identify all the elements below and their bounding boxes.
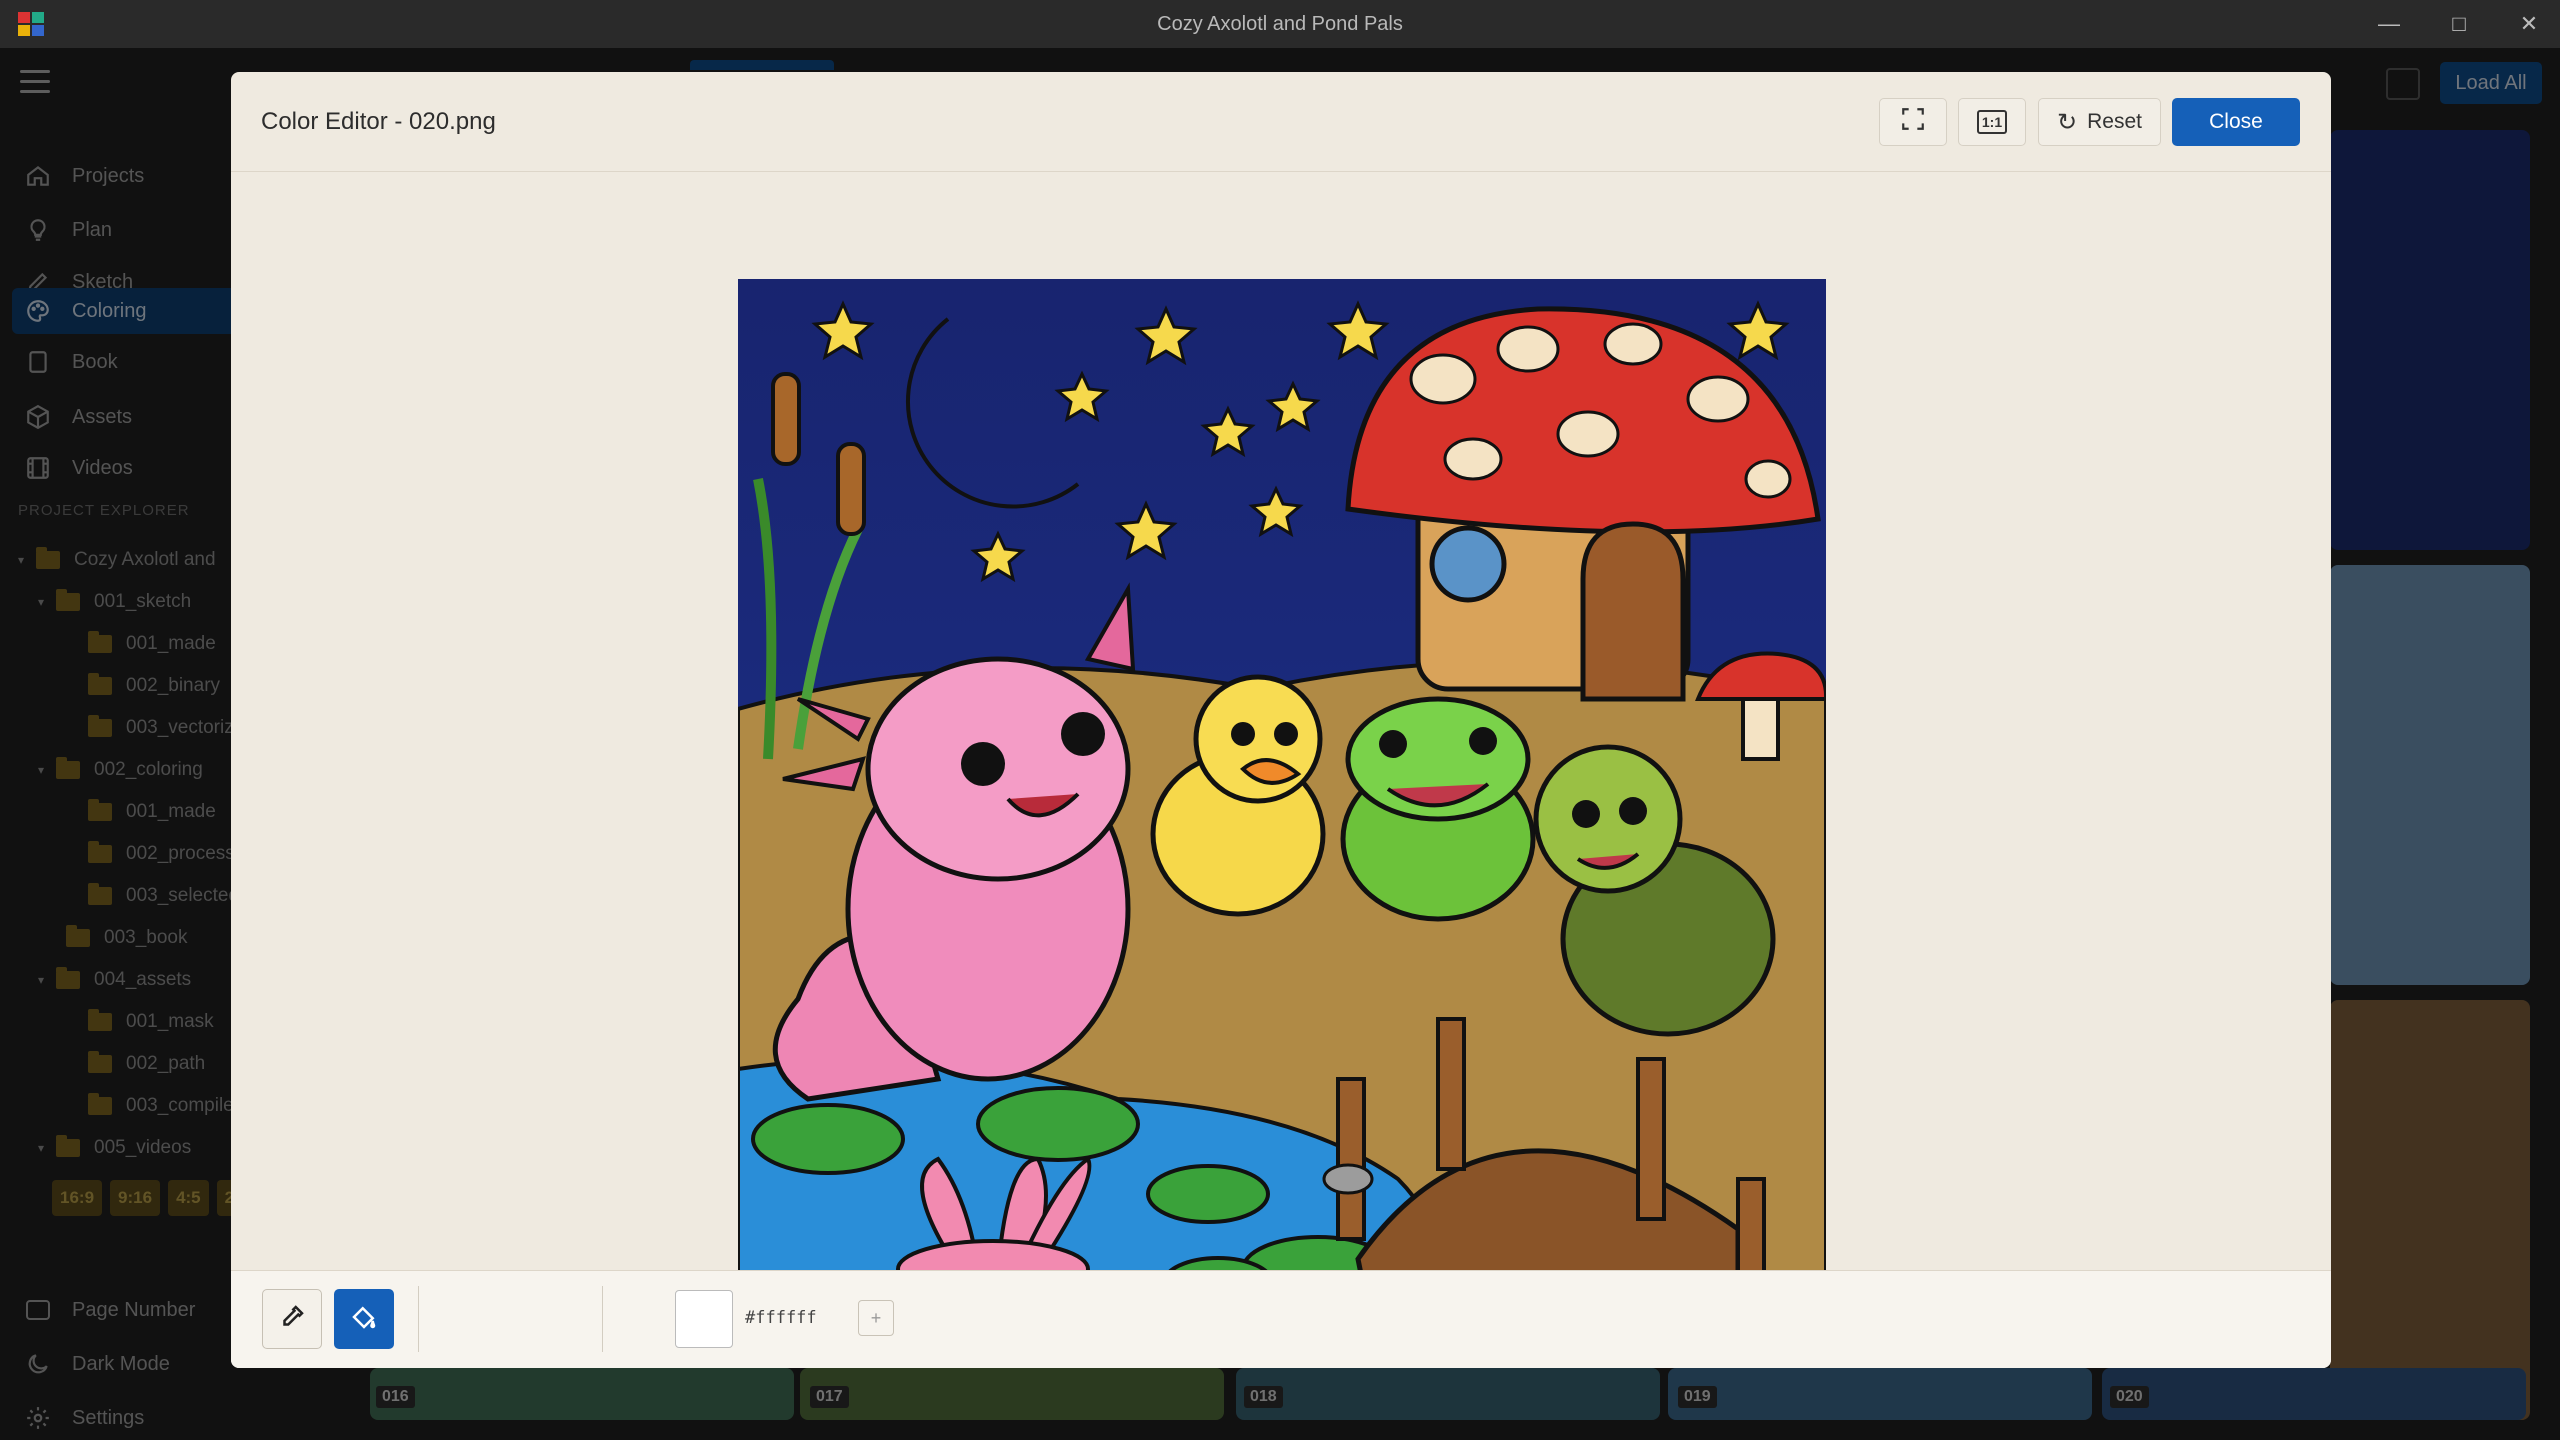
dialog-title: Color Editor - 020.png <box>261 108 496 135</box>
actual-size-button[interactable]: 1:1 <box>1958 98 2026 146</box>
paint-bucket-button[interactable] <box>334 1289 394 1349</box>
reset-label: Reset <box>2087 110 2142 133</box>
illustration[interactable] <box>738 279 1826 1367</box>
canvas-area[interactable] <box>231 173 2331 1367</box>
maximize-button[interactable]: □ <box>2424 0 2494 48</box>
coloring-image[interactable] <box>738 279 1826 1367</box>
color-editor-dialog: Color Editor - 020.png 1:1 ↻ Reset Close <box>231 72 2331 1368</box>
dialog-header: Color Editor - 020.png 1:1 ↻ Reset <box>231 72 2331 172</box>
toolbar-divider <box>602 1286 603 1352</box>
close-button[interactable]: Close <box>2172 98 2300 146</box>
fullscreen-button[interactable] <box>1879 98 1947 146</box>
title-bar: Cozy Axolotl and Pond Pals — □ ✕ <box>0 0 2560 48</box>
dialog-footer <box>231 1270 2331 1368</box>
eyedropper-icon <box>277 1302 307 1337</box>
current-color-swatch[interactable] <box>675 1290 733 1348</box>
reset-button[interactable]: ↻ Reset <box>2038 98 2161 146</box>
eyedropper-button[interactable] <box>262 1289 322 1349</box>
add-color-button[interactable]: + <box>858 1300 894 1336</box>
reset-icon: ↻ <box>2057 108 2078 136</box>
current-color-hex: #ffffff <box>745 1308 817 1328</box>
minimize-button[interactable]: — <box>2354 0 2424 48</box>
close-window-button[interactable]: ✕ <box>2494 0 2560 48</box>
window-title: Cozy Axolotl and Pond Pals <box>1157 13 1403 35</box>
toolbar-divider <box>418 1286 419 1352</box>
actual-size-icon: 1:1 <box>1976 110 2008 134</box>
fullscreen-icon <box>1900 106 1926 138</box>
paint-bucket-icon <box>349 1302 379 1337</box>
